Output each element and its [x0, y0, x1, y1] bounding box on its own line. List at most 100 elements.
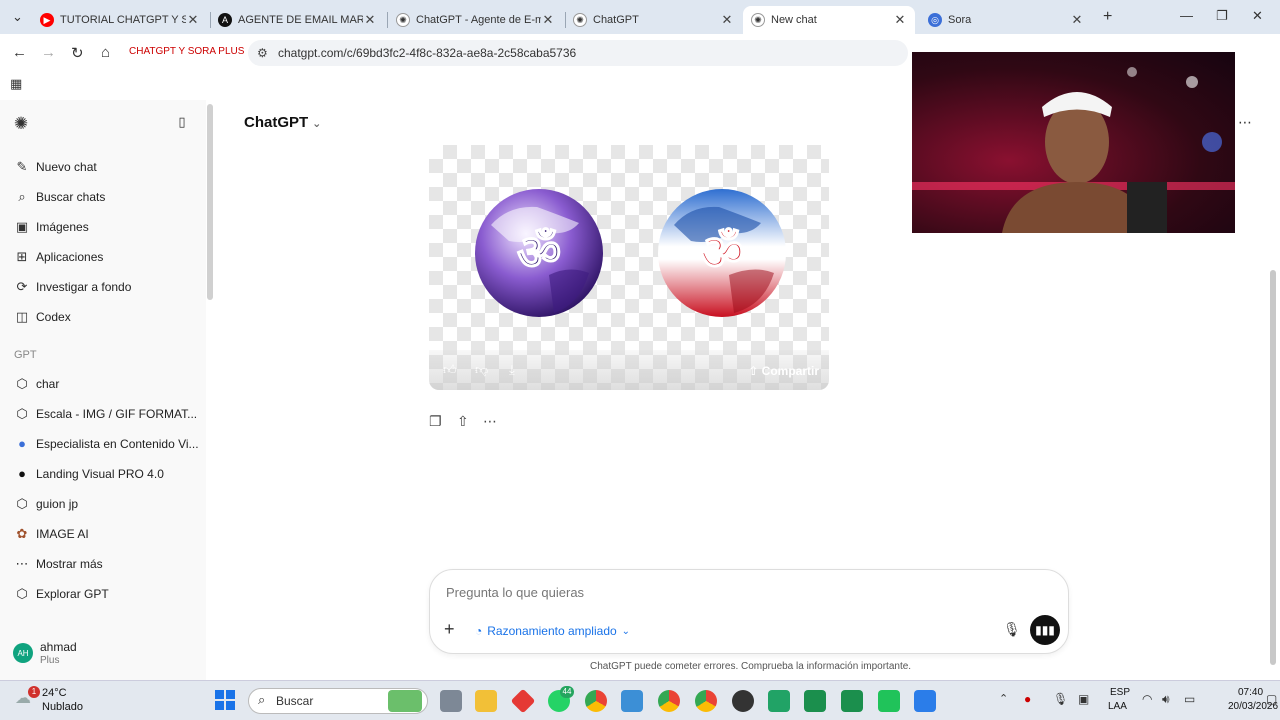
share-icon[interactable]: ⇧	[457, 413, 469, 430]
notifications-icon[interactable]: ▢	[1266, 692, 1277, 706]
sidebar-item-buscar-chats[interactable]: ⌕ Buscar chats	[14, 189, 105, 205]
sidebar-toggle-icon[interactable]: ▯	[174, 114, 196, 130]
download-icon[interactable]: ⤓	[509, 362, 515, 378]
site-info-icon[interactable]: ⚙	[257, 46, 268, 60]
tab-label: New chat	[771, 14, 817, 26]
chatgpt-app-icon[interactable]	[841, 690, 863, 712]
share-button[interactable]: ⇧ Compartir	[748, 364, 819, 378]
forward-icon[interactable]: →	[41, 44, 56, 61]
sidebar-item-nuevo-chat[interactable]: ✎ Nuevo chat	[14, 159, 97, 175]
chrome-profile-2-icon[interactable]	[695, 690, 717, 712]
prompt-input[interactable]: Pregunta lo que quieras	[446, 585, 584, 600]
sidebar-explorar-gpt[interactable]: ⬡ Explorar GPT	[14, 586, 108, 602]
tab-tutorial[interactable]: ▶ TUTORIAL CHATGPT Y SOR ✕	[32, 6, 208, 34]
reasoning-icon: ◔	[475, 624, 483, 638]
app-green-2-icon[interactable]	[878, 690, 900, 712]
sidebar-gpt-char[interactable]: ⬡ char	[14, 376, 59, 392]
restore-icon[interactable]: ❐	[1216, 8, 1228, 24]
sidebar-item-imagenes[interactable]: ▣ Imágenes	[14, 219, 89, 235]
new-tab-icon[interactable]: +	[1103, 8, 1112, 26]
sidebar-item-label: guion jp	[36, 497, 79, 511]
microphone-icon[interactable]: 🎙︎	[1003, 621, 1021, 638]
gpt-avatar-icon: ●	[18, 436, 26, 451]
reload-icon[interactable]: ↻	[71, 44, 84, 62]
gemini-app-icon[interactable]	[804, 690, 826, 712]
tab-sora[interactable]: ◎ Sora ✕	[920, 6, 1092, 34]
apps-grid-icon[interactable]: ▦	[10, 76, 22, 92]
close-icon[interactable]: ✕	[893, 12, 907, 28]
clock-time[interactable]: 07:40	[1238, 687, 1263, 698]
close-icon[interactable]: ✕	[1070, 12, 1084, 28]
windows-start-icon[interactable]	[215, 690, 235, 710]
sidebar-item-label: Mostrar más	[36, 557, 103, 571]
wifi-icon[interactable]: ◠	[1142, 692, 1152, 706]
user-plan: Plus	[40, 655, 60, 666]
main-scrollbar[interactable]	[1270, 270, 1276, 665]
add-attachment-icon[interactable]: +	[444, 619, 455, 640]
volume-icon[interactable]: 🔊︎	[1162, 692, 1170, 707]
back-icon[interactable]: ←	[12, 44, 27, 61]
generated-image[interactable]: ॐ ॐ 👍︎ 👎︎ ⤓ ⇧ Compartir	[429, 145, 829, 390]
chevron-down-icon: ⌄	[312, 118, 322, 130]
openai-logo-icon[interactable]: ✺	[13, 114, 35, 134]
microphone-tray-icon[interactable]: 🎙︎	[1053, 692, 1068, 706]
url-text[interactable]: chatgpt.com/c/69bd3fc2-4f8c-832a-ae8a-2c…	[278, 46, 576, 60]
task-view-icon[interactable]	[440, 690, 462, 712]
minimize-icon[interactable]: —	[1180, 8, 1193, 23]
window-close-icon[interactable]: ✕	[1252, 8, 1263, 24]
more-options-icon[interactable]: ⋯	[1238, 114, 1252, 131]
sidebar-item-label: Especialista en Contenido Vi...	[36, 436, 199, 451]
tab-chatgpt[interactable]: ✺ ChatGPT ✕	[565, 6, 742, 34]
waveform-icon: ▮▮▮	[1035, 623, 1055, 637]
language-indicator[interactable]: ESP	[1110, 687, 1130, 698]
close-icon[interactable]: ✕	[720, 12, 734, 28]
home-icon[interactable]: ⌂	[101, 44, 110, 61]
close-icon[interactable]: ✕	[363, 12, 377, 28]
image-icon: ▣	[15, 219, 29, 234]
more-actions-icon[interactable]: ⋯	[483, 413, 497, 430]
tray-display-icon[interactable]: ▣	[1078, 692, 1089, 706]
sidebar-item-label: Escala - IMG / GIF FORMAT...	[36, 407, 198, 421]
tab-agente-email[interactable]: A AGENTE DE EMAIL MARKE ✕	[210, 6, 385, 34]
tab-new-chat[interactable]: ✺ New chat ✕	[743, 6, 915, 34]
tab-list-icon[interactable]: ⌄	[12, 9, 23, 25]
composer[interactable]	[429, 569, 1069, 654]
sidebar-gpt-image-ai[interactable]: ✿ IMAGE AI	[14, 526, 89, 542]
tab-chatgpt-agente[interactable]: ✺ ChatGPT - Agente de E-ma ✕	[388, 6, 563, 34]
sidebar-gpt-landing[interactable]: ● Landing Visual PRO 4.0	[14, 466, 164, 481]
openai-app-icon[interactable]	[732, 690, 754, 712]
close-icon[interactable]: ✕	[541, 12, 555, 28]
chevron-up-icon[interactable]: ⌃	[999, 692, 1008, 705]
tray-app-icon[interactable]: ●	[1024, 692, 1031, 706]
sidebar-scrollbar[interactable]	[207, 104, 213, 300]
voice-mode-button[interactable]: ▮▮▮	[1030, 615, 1060, 645]
thumbs-up-icon[interactable]: 👍︎	[443, 362, 457, 378]
battery-icon[interactable]: ▭	[1184, 692, 1195, 706]
close-icon[interactable]: ✕	[186, 12, 200, 28]
sidebar-gpt-guion[interactable]: ⬡ guion jp	[14, 496, 78, 512]
sidebar-item-codex[interactable]: ◫ Codex	[14, 309, 71, 325]
chrome-profile-icon[interactable]	[658, 690, 680, 712]
taskbar-search-label[interactable]: Buscar	[276, 694, 313, 708]
sidebar-item-investigar[interactable]: ⟳ Investigar a fondo	[14, 279, 132, 295]
reasoning-selector[interactable]: ◔ Razonamiento ampliado ⌄	[475, 624, 630, 638]
weather-temp[interactable]: 24°C	[42, 687, 67, 699]
file-explorer-icon[interactable]	[475, 690, 497, 712]
model-selector[interactable]: ChatGPT ⌄	[244, 114, 321, 131]
chatgpt-icon: ✺	[751, 13, 765, 27]
chrome-icon[interactable]	[585, 690, 607, 712]
weather-desc[interactable]: Nublado	[42, 701, 83, 713]
sidebar-gpt-escala[interactable]: ⬡ Escala - IMG / GIF FORMAT...	[14, 406, 197, 422]
sidebar-item-aplicaciones[interactable]: ⊞ Aplicaciones	[14, 249, 104, 265]
app-photo-icon[interactable]	[621, 690, 643, 712]
app-green-icon[interactable]	[768, 690, 790, 712]
bookmark-link[interactable]: CHATGPT Y SORA PLUS	[129, 46, 244, 57]
thumbs-down-icon[interactable]: 👎︎	[475, 362, 488, 378]
keyboard-layout[interactable]: LAA	[1108, 701, 1127, 712]
copy-icon[interactable]: ❐	[429, 413, 442, 430]
user-name[interactable]: ahmad	[40, 640, 77, 654]
app-blue-icon[interactable]	[914, 690, 936, 712]
sidebar-gpt-especialista[interactable]: ● Especialista en Contenido Vi...	[14, 436, 199, 451]
sidebar-mostrar-mas[interactable]: ⋯ Mostrar más	[14, 556, 103, 572]
avatar[interactable]: AH	[13, 643, 33, 663]
